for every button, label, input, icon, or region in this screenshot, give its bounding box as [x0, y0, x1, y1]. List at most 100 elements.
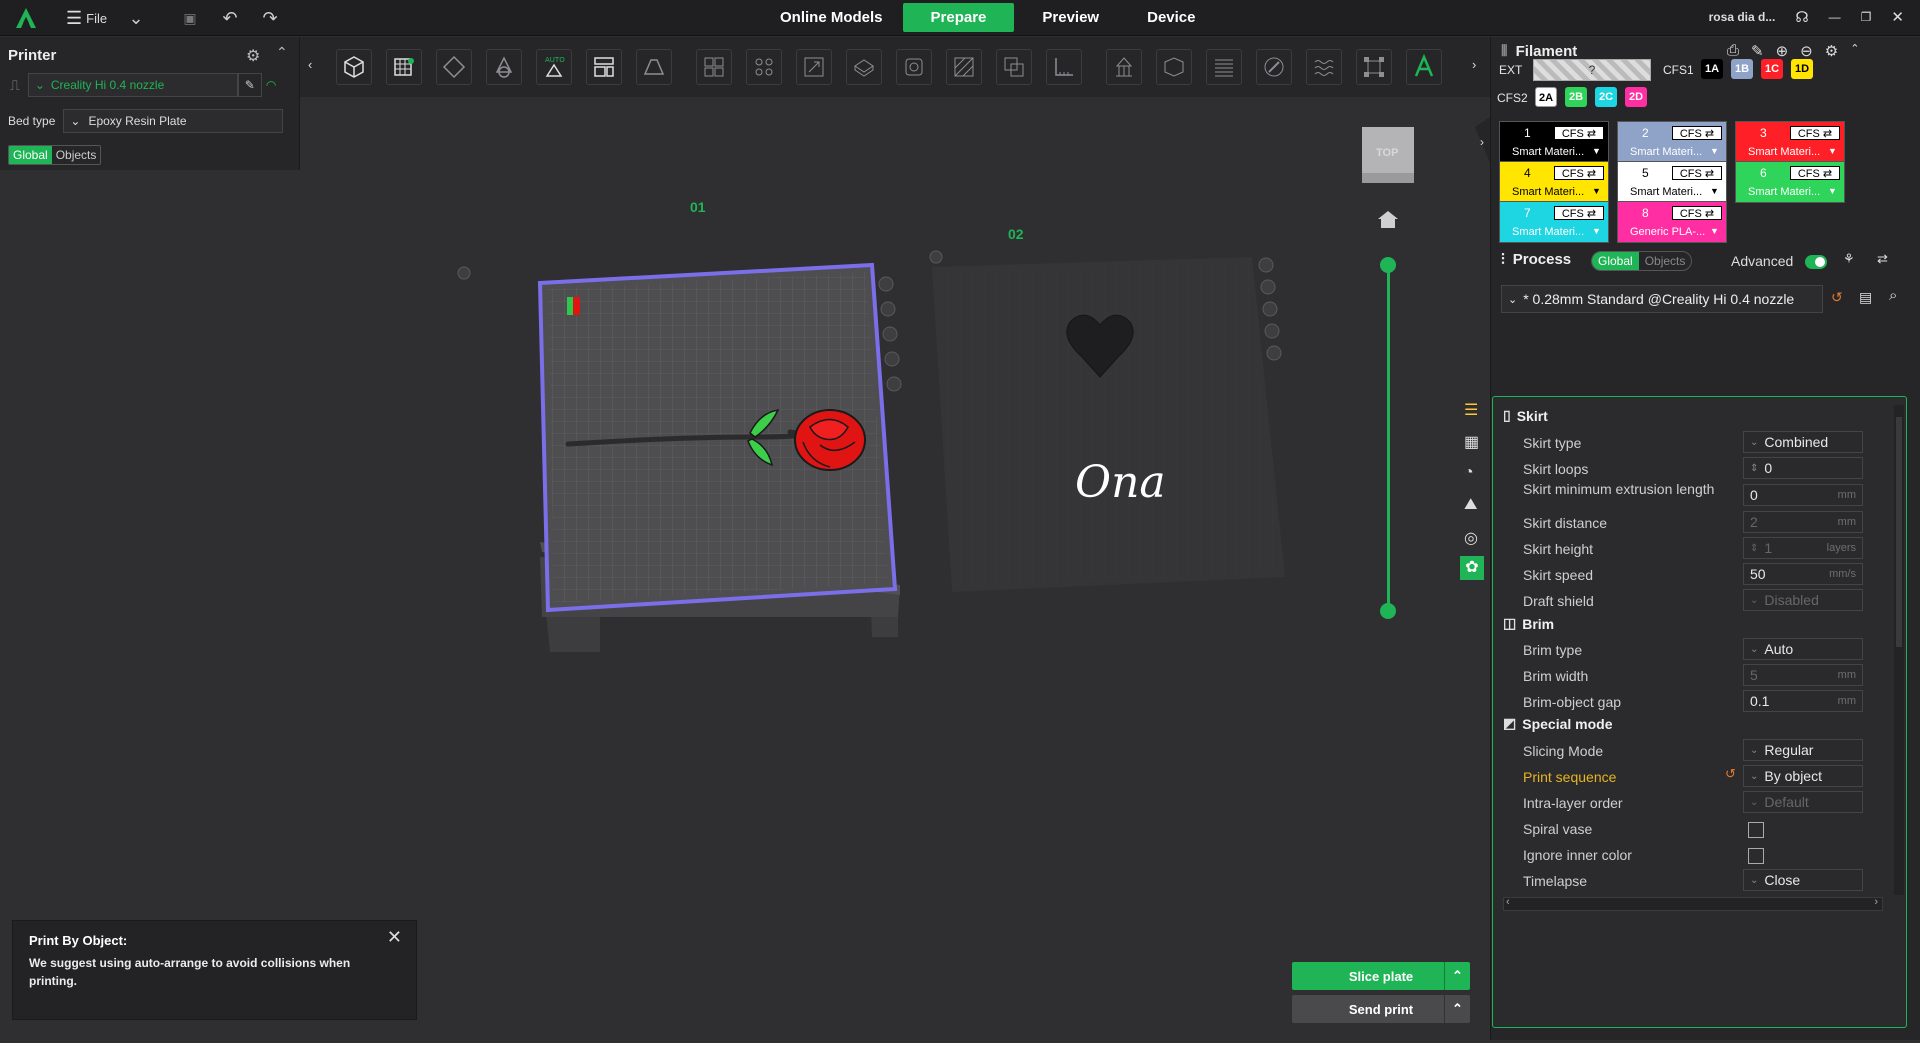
cfs-badge[interactable]: CFS ⇄ [1554, 166, 1604, 180]
filament-material[interactable]: Smart Materi... [1748, 146, 1820, 158]
seam-icon[interactable] [1156, 49, 1192, 85]
plate-2[interactable] [932, 257, 1285, 592]
cfs-badge[interactable]: CFS ⇄ [1554, 206, 1604, 220]
toolbar-right-arrow-icon[interactable]: › [1472, 57, 1476, 72]
filament-material[interactable]: Smart Materi... [1512, 146, 1584, 158]
filament-material[interactable]: Generic PLA-... [1630, 226, 1705, 238]
search-settings-icon[interactable]: ⌕ [1889, 287, 1897, 304]
filament-card-5[interactable]: 5 CFS ⇄ Smart Materi... ▼ [1617, 161, 1727, 203]
scale-icon[interactable] [796, 49, 832, 85]
filament-settings-icon[interactable]: ⚙ [1825, 42, 1838, 60]
slice-options-chevron-icon[interactable]: ⌃ [1444, 962, 1470, 990]
tab-prepare[interactable]: Prepare [902, 3, 1015, 32]
cfs-badge[interactable]: CFS ⇄ [1672, 126, 1722, 140]
expand-arrow-icon[interactable]: › [1480, 135, 1484, 149]
plate-2-corner-handle[interactable] [929, 250, 943, 264]
quality-icon[interactable]: ☰ [1464, 400, 1478, 420]
cfs2-slot-2b[interactable]: 2B [1565, 87, 1587, 107]
slicing-mode-select[interactable]: ⌄ Regular [1743, 739, 1863, 761]
tab-device[interactable]: Device [1127, 3, 1215, 32]
process-seg-global[interactable]: Global [1592, 252, 1639, 270]
strength-icon[interactable]: ▦ [1464, 432, 1479, 452]
cfs1-slot-1c[interactable]: 1C [1761, 59, 1783, 79]
ignore-inner-color-checkbox[interactable] [1748, 848, 1764, 864]
collapse-filament-icon[interactable]: ⌃ [1850, 42, 1859, 60]
bed-type-select[interactable]: ⌄ Epoxy Resin Plate [63, 109, 284, 133]
color-paint-icon[interactable] [1256, 49, 1292, 85]
brim-width-input[interactable]: 5 mm [1743, 664, 1863, 686]
save-icon[interactable]: ▣ [178, 6, 202, 30]
process-seg-objects[interactable]: Objects [1639, 252, 1692, 270]
print-sequence-select[interactable]: ⌄ By object [1743, 765, 1863, 787]
others-icon[interactable]: ◎ [1464, 528, 1478, 548]
add-plate-icon[interactable] [386, 49, 422, 85]
add-object-icon[interactable] [336, 49, 372, 85]
skirt-loops-input[interactable]: ⇕ 0 [1743, 457, 1863, 479]
support-paint-icon[interactable] [946, 49, 982, 85]
3d-viewport[interactable]: 01 02 Ona TOP › [300, 97, 1490, 1040]
slice-plate-button[interactable]: Slice plate ⌃ [1292, 962, 1470, 990]
brim-type-select[interactable]: ⌄ Auto [1743, 638, 1863, 660]
file-menu[interactable]: ☰ File [66, 8, 107, 29]
spiral-vase-checkbox[interactable] [1748, 822, 1764, 838]
seg-global[interactable]: Global [9, 146, 52, 164]
draft-shield-select[interactable]: ⌄ Disabled [1743, 589, 1863, 611]
plate-2-controls[interactable] [1258, 257, 1282, 361]
plate-1[interactable] [537, 262, 900, 652]
skirt-min-extrusion-input[interactable]: 0 mm [1743, 484, 1863, 506]
process-preset-select[interactable]: ⌄ * 0.28mm Standard @Creality Hi 0.4 noz… [1501, 285, 1823, 313]
signature-text[interactable]: Ona [1075, 457, 1166, 508]
cut-icon[interactable] [846, 49, 882, 85]
filament-card-7[interactable]: 7 CFS ⇄ Smart Materi... ▼ [1499, 201, 1609, 243]
tab-preview[interactable]: Preview [1014, 3, 1127, 32]
cfs2-slot-2a[interactable]: 2A [1535, 87, 1557, 107]
close-window-icon[interactable]: ✕ [1891, 8, 1904, 26]
close-icon[interactable]: ✕ [387, 927, 402, 948]
cfs1-slot-1b[interactable]: 1B [1731, 59, 1753, 79]
support-icon[interactable] [1106, 49, 1142, 85]
fuzzy-skin-icon[interactable] [1306, 49, 1342, 85]
cfs2-slot-2d[interactable]: 2D [1625, 87, 1647, 107]
filament-card-4[interactable]: 4 CFS ⇄ Smart Materi... ▼ [1499, 161, 1609, 203]
filament-material[interactable]: Smart Materi... [1630, 146, 1702, 158]
filament-card-3[interactable]: 3 CFS ⇄ Smart Materi... ▼ [1735, 121, 1845, 163]
rose-model[interactable] [794, 409, 866, 471]
cfs-badge[interactable]: CFS ⇄ [1790, 166, 1840, 180]
vertical-scrollbar[interactable] [1894, 405, 1904, 895]
reset-print-sequence-icon[interactable]: ↺ [1725, 766, 1736, 782]
filament-card-2[interactable]: 2 CFS ⇄ Smart Materi... ▼ [1617, 121, 1727, 163]
intra-layer-select[interactable]: ⌄ Default [1743, 791, 1863, 813]
plate-1-controls[interactable] [878, 276, 902, 392]
skirt-type-select[interactable]: ⌄ Combined [1743, 431, 1863, 453]
support-category-icon[interactable]: ⛰ [1464, 496, 1477, 514]
multimaterial-icon[interactable]: ✿ [1460, 556, 1484, 580]
horizontal-scrollbar[interactable]: ‹ › [1503, 896, 1883, 911]
filament-sync-icon[interactable]: ⎙ [1727, 42, 1739, 60]
dropdown-chevron-icon[interactable]: ⌄ [124, 6, 148, 30]
skirt-distance-input[interactable]: 2 mm [1743, 511, 1863, 533]
text-tool-icon[interactable] [1406, 49, 1442, 85]
filament-material[interactable]: Smart Materi... [1512, 186, 1584, 198]
process-link-icon[interactable]: ⇄ [1877, 251, 1888, 267]
boolean-icon[interactable] [996, 49, 1032, 85]
ext-slot[interactable]: ? [1533, 59, 1651, 81]
tab-online-models[interactable]: Online Models [760, 3, 903, 32]
advanced-toggle[interactable] [1805, 255, 1827, 269]
reset-preset-icon[interactable]: ↺ [1831, 289, 1843, 306]
filament-material[interactable]: Smart Materi... [1512, 226, 1584, 238]
auto-arrange-icon[interactable]: AUTO [536, 49, 572, 85]
measure-icon[interactable] [1046, 49, 1082, 85]
edit-printer-icon[interactable]: ✎ [237, 73, 262, 97]
process-compare-icon[interactable]: ⚘ [1843, 251, 1855, 267]
save-preset-icon[interactable]: ▤ [1859, 289, 1872, 306]
filament-material[interactable]: Smart Materi... [1630, 186, 1702, 198]
timelapse-select[interactable]: ⌄ Close [1743, 869, 1863, 891]
cfs1-slot-1d[interactable]: 1D [1791, 59, 1813, 79]
send-options-chevron-icon[interactable]: ⌃ [1444, 995, 1470, 1023]
support-icon[interactable]: ☊ [1795, 8, 1808, 26]
hollow-icon[interactable] [896, 49, 932, 85]
cfs1-slot-1a[interactable]: 1A [1701, 59, 1723, 79]
seg-objects[interactable]: Objects [52, 146, 101, 164]
lay-on-face-icon[interactable] [636, 49, 672, 85]
printer-select[interactable]: ⌄ Creality Hi 0.4 nozzle [27, 73, 238, 97]
